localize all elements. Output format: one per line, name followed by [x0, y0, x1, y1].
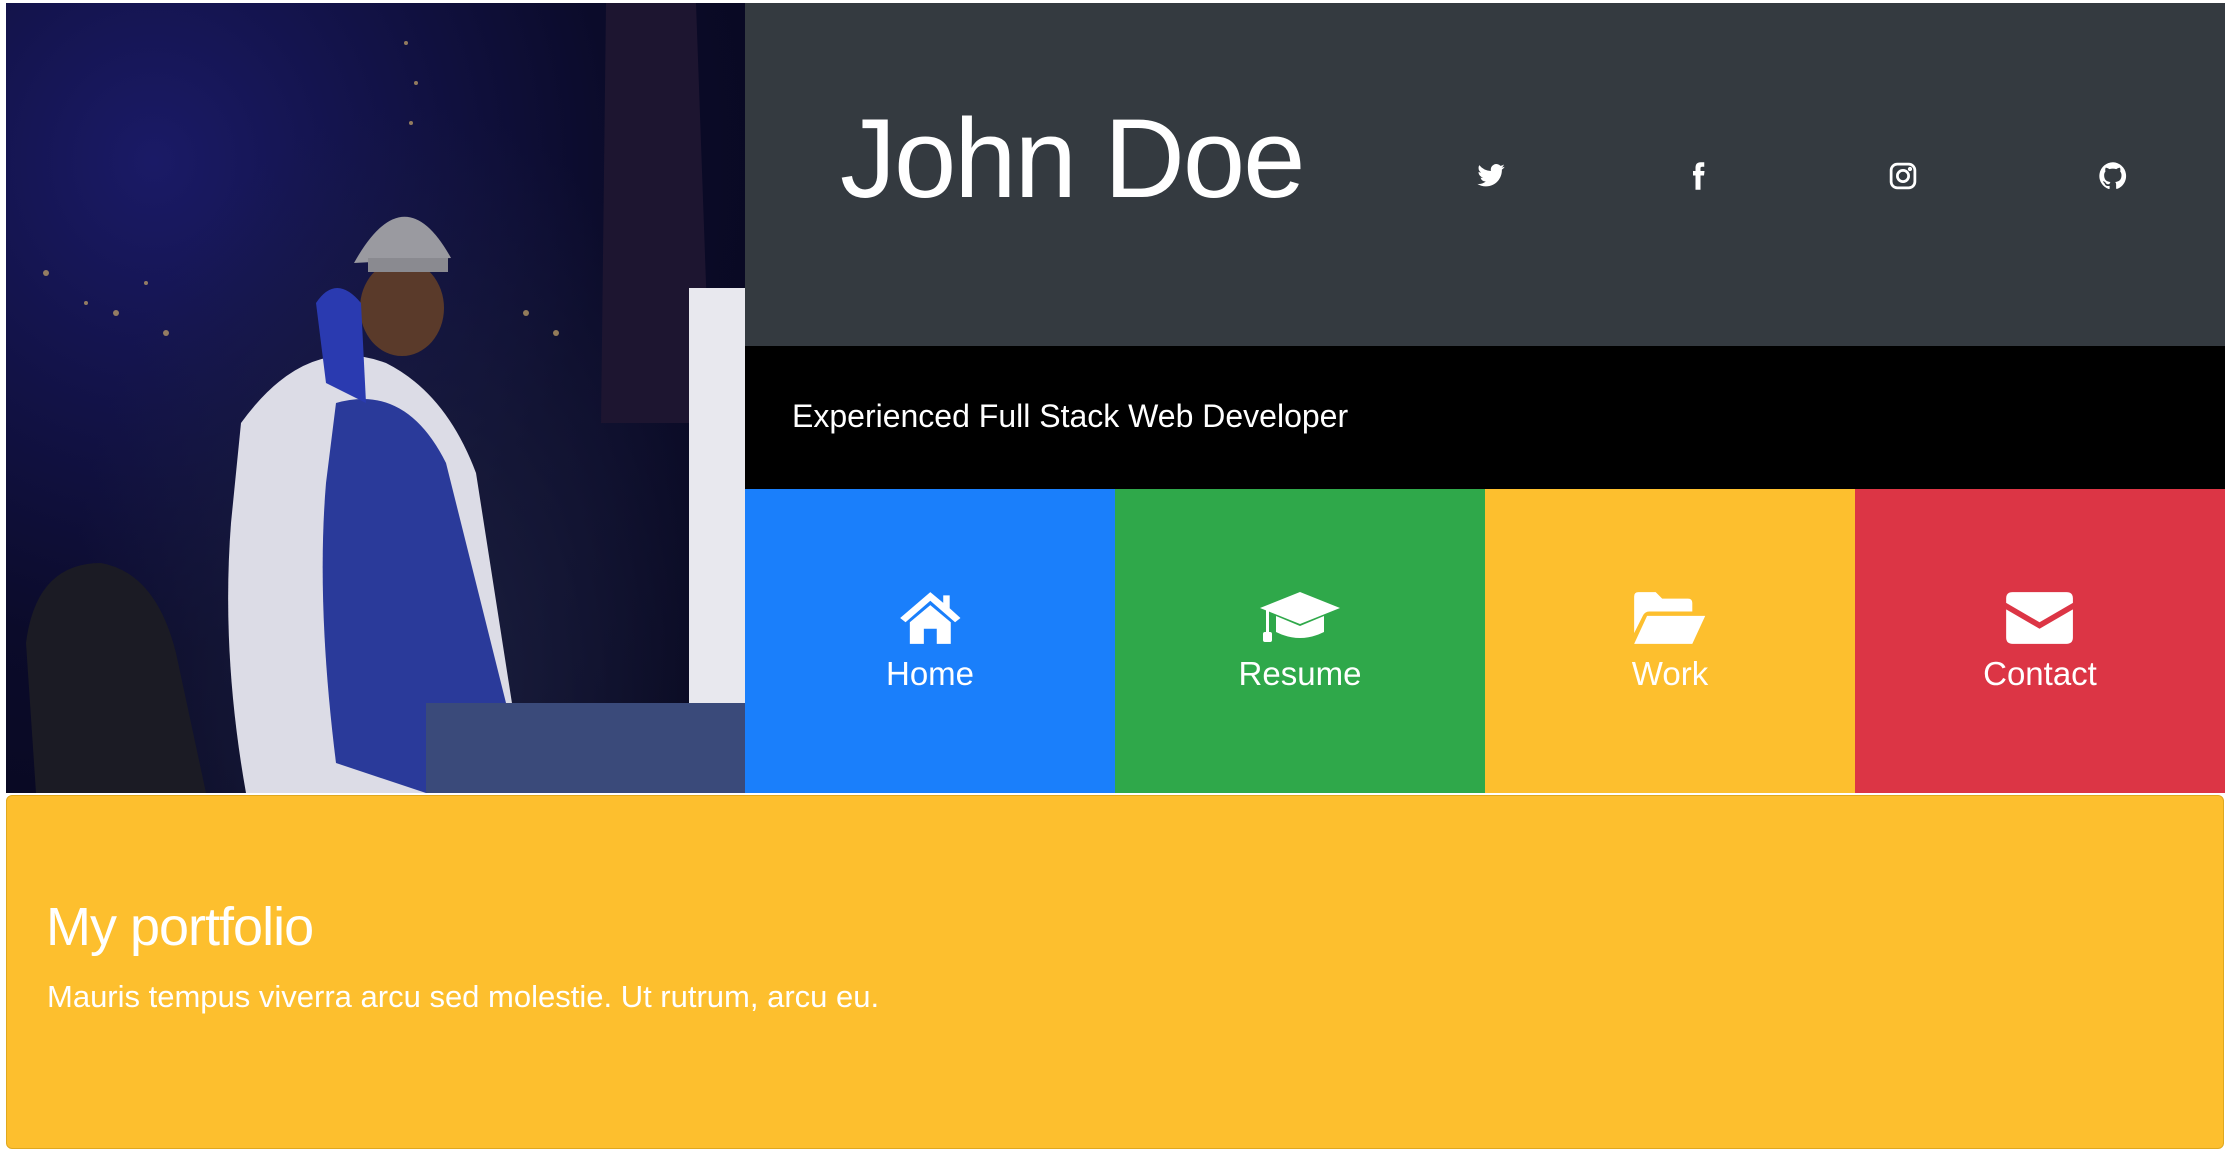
- nav-contact[interactable]: Contact: [1855, 489, 2225, 793]
- instagram-icon: [1889, 162, 1917, 190]
- nav-home[interactable]: Home: [745, 489, 1115, 793]
- folder-open-icon: [1634, 592, 1706, 644]
- home-icon: [899, 592, 961, 644]
- page: John Doe Experienced Full Stack Web Deve…: [0, 0, 2230, 1150]
- envelope-icon: [2006, 592, 2074, 644]
- twitter-link[interactable]: [1473, 158, 1509, 194]
- nav-resume[interactable]: Resume: [1115, 489, 1485, 793]
- facebook-icon: [1693, 162, 1705, 190]
- profile-photo: [6, 3, 745, 793]
- header: John Doe: [745, 3, 2225, 346]
- instagram-link[interactable]: [1885, 158, 1921, 194]
- profile-name: John Doe: [840, 96, 1305, 221]
- twitter-icon: [1477, 164, 1505, 187]
- nav-resume-label: Resume: [1238, 655, 1362, 692]
- nav-tiles: Home Resume Work Contact: [745, 489, 2225, 793]
- github-link[interactable]: [2095, 158, 2131, 194]
- github-icon: [2099, 162, 2127, 190]
- nav-contact-label: Contact: [1983, 655, 2097, 692]
- tagline-text: Experienced Full Stack Web Developer: [792, 398, 1349, 434]
- portfolio-description: Mauris tempus viverra arcu sed molestie.…: [47, 979, 880, 1014]
- facebook-link[interactable]: [1680, 158, 1716, 194]
- nav-work-label: Work: [1631, 655, 1709, 692]
- portfolio-section: My portfolio Mauris tempus viverra arcu …: [6, 795, 2224, 1149]
- nav-home-label: Home: [885, 655, 975, 692]
- nav-work[interactable]: Work: [1485, 489, 1855, 793]
- portfolio-title: My portfolio: [46, 897, 314, 957]
- tagline-bar: Experienced Full Stack Web Developer: [745, 346, 2225, 489]
- graduation-cap-icon: [1260, 592, 1340, 642]
